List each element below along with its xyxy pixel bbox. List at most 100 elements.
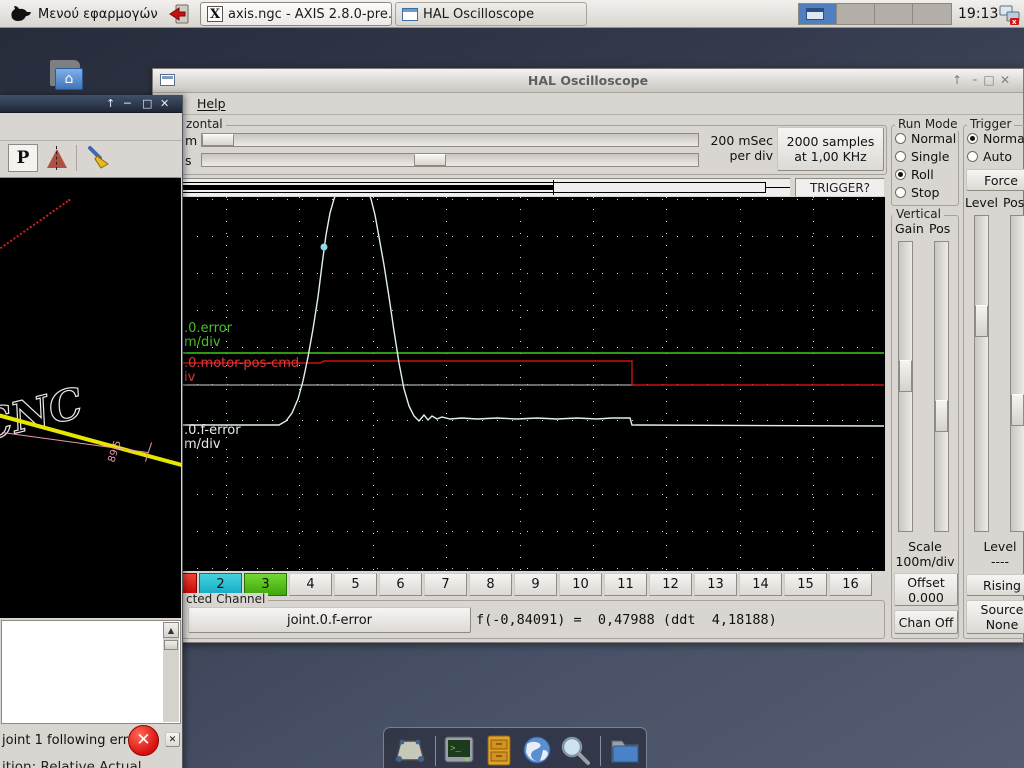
gain-slider-handle[interactable] — [899, 360, 912, 392]
taskbar-window-axis[interactable]: X axis.ngc - AXIS 2.8.0-pre... — [200, 2, 392, 26]
channel-button-14[interactable]: 14 — [739, 573, 782, 596]
file-manager-icon[interactable] — [609, 735, 641, 765]
trigger-mode-normal-radio-icon[interactable] — [967, 133, 978, 144]
dismiss-error-button[interactable]: ✕ — [165, 732, 180, 747]
vertical-pos-slider[interactable] — [934, 241, 949, 532]
applications-menu-button[interactable]: Μενού εφαρμογών — [2, 1, 166, 27]
channel-trace-label: .0.f-error m/div — [184, 424, 241, 452]
offset-button[interactable]: Offset 0.000 — [894, 573, 958, 606]
preview-p-button[interactable]: P — [8, 144, 38, 172]
tool-cone-icon[interactable] — [45, 146, 69, 170]
channel-button-6[interactable]: 6 — [379, 573, 422, 596]
workspace-1[interactable] — [799, 4, 837, 24]
axis-maximize-icon[interactable]: □ — [142, 97, 152, 111]
chan-off-button[interactable]: Chan Off — [894, 610, 958, 634]
axis-shade-icon[interactable]: ↑ — [106, 97, 115, 111]
workspace-pager[interactable] — [798, 3, 952, 25]
run-mode-normal-radio-icon[interactable] — [895, 133, 906, 144]
network-status-icon[interactable]: x — [998, 2, 1022, 26]
terminal-icon[interactable]: >_ — [443, 734, 475, 766]
error-log-area[interactable]: ▲ — [1, 620, 181, 724]
trigger-mode-normal[interactable]: Normal — [967, 129, 1024, 147]
show-desktop-icon[interactable] — [394, 736, 426, 766]
hal-titlebar[interactable]: HAL Oscilloscope ↑ ╶ □ ✕ — [153, 69, 1023, 93]
workspace-2[interactable] — [837, 4, 875, 24]
horizontal-pos-slider-handle[interactable] — [414, 154, 446, 166]
scrollbar-thumb[interactable] — [164, 640, 178, 650]
trace-joint.0.f-error — [182, 197, 884, 426]
web-browser-icon[interactable] — [521, 734, 553, 766]
force-button[interactable]: Force — [966, 169, 1024, 191]
gcode-preview[interactable]: CNC 89.5 — [0, 177, 181, 618]
selected-channel-button[interactable]: joint.0.f-error — [188, 607, 471, 633]
trigger-mode-auto-label: Auto — [983, 149, 1012, 164]
run-mode-stop[interactable]: Stop — [895, 183, 957, 201]
channel-button-5[interactable]: 5 — [334, 573, 377, 596]
scroll-up-icon[interactable]: ▲ — [163, 622, 179, 638]
clock[interactable]: 19:13 — [958, 3, 998, 25]
channel-button-16[interactable]: 16 — [829, 573, 872, 596]
menu-help[interactable]: Help — [197, 96, 226, 111]
dock: >_ — [383, 727, 647, 768]
axis-window: ↑ ─ □ ✕ P CNC 89.5 ▲ — [0, 95, 183, 768]
zoom-slider[interactable] — [201, 133, 699, 147]
clear-plot-broom-icon[interactable] — [84, 144, 112, 172]
rapid-move-dotted-line — [0, 199, 71, 251]
scope-plot[interactable]: .0.error m/div.0.motor-pos-cmd iv.0.f-er… — [182, 197, 885, 571]
trigger-level-label: Level ---- — [963, 539, 1024, 569]
zoom-slider-handle[interactable] — [202, 134, 234, 146]
horizontal-pos-slider[interactable] — [201, 153, 699, 167]
channel-trace-label: .0.motor-pos-cmd iv — [184, 357, 299, 385]
vertical-pos-slider-handle[interactable] — [935, 400, 948, 432]
log-scrollbar[interactable]: ▲ — [163, 622, 179, 722]
channel-button-15[interactable]: 15 — [784, 573, 827, 596]
close-icon[interactable]: ✕ — [997, 73, 1013, 87]
run-mode-roll[interactable]: Roll — [895, 165, 957, 183]
axis-minimize-icon[interactable]: ─ — [124, 97, 131, 111]
workspace-4[interactable] — [913, 4, 951, 24]
channel-button-4[interactable]: 4 — [289, 573, 332, 596]
trigger-source-button[interactable]: Source None — [966, 600, 1024, 634]
x11-logo-icon: X — [207, 6, 223, 22]
channel-button-9[interactable]: 9 — [514, 573, 557, 596]
workspace-window-thumb — [806, 8, 824, 20]
home-folder-icon[interactable]: ⌂ — [48, 58, 84, 92]
axis-close-icon[interactable]: ✕ — [160, 97, 169, 111]
channel-button-10[interactable]: 10 — [559, 573, 602, 596]
file-cabinet-icon[interactable] — [485, 735, 513, 766]
quit-launcher-icon[interactable] — [168, 3, 194, 25]
taskbar: Μενού εφαρμογών X axis.ngc - AXIS 2.8.0-… — [0, 0, 1024, 28]
run-mode-single-radio-icon[interactable] — [895, 151, 906, 162]
trigger-pos-slider-handle[interactable] — [1011, 394, 1024, 426]
trigger-mode-auto[interactable]: Auto — [967, 147, 1024, 165]
error-icon: ✕ — [128, 725, 159, 756]
search-icon[interactable] — [558, 734, 592, 768]
maximize-icon[interactable]: □ — [981, 73, 997, 87]
run-mode-normal-label: Normal — [911, 131, 956, 146]
trigger-edge-button[interactable]: Rising — [966, 574, 1024, 596]
trigger-level-slider-handle[interactable] — [975, 305, 988, 337]
run-mode-single[interactable]: Single — [895, 147, 957, 165]
run-mode-normal[interactable]: Normal — [895, 129, 957, 147]
svg-text:>_: >_ — [450, 744, 461, 754]
samples-rate-button[interactable]: 2000 samples at 1,00 KHz — [777, 127, 884, 171]
gain-slider[interactable] — [898, 241, 913, 532]
minimize-icon[interactable]: ╶ — [965, 73, 981, 87]
scale-label: Scale 100m/div — [891, 539, 959, 569]
channel-button-7[interactable]: 7 — [424, 573, 467, 596]
hal-window-title: HAL Oscilloscope — [153, 73, 1023, 88]
error-text: joint 1 following error — [2, 733, 141, 748]
shade-icon[interactable]: ↑ — [949, 73, 965, 87]
channel-button-8[interactable]: 8 — [469, 573, 512, 596]
axis-titlebar[interactable]: ↑ ─ □ ✕ — [0, 95, 182, 113]
taskbar-window-halscope[interactable]: HAL Oscilloscope — [395, 2, 587, 26]
run-mode-roll-radio-icon[interactable] — [895, 169, 906, 180]
channel-button-11[interactable]: 11 — [604, 573, 647, 596]
workspace-3[interactable] — [875, 4, 913, 24]
channel-button-13[interactable]: 13 — [694, 573, 737, 596]
trigger-level-slider[interactable] — [974, 215, 989, 532]
trigger-pos-slider[interactable] — [1010, 215, 1024, 532]
trigger-mode-auto-radio-icon[interactable] — [967, 151, 978, 162]
channel-button-12[interactable]: 12 — [649, 573, 692, 596]
run-mode-stop-radio-icon[interactable] — [895, 187, 906, 198]
